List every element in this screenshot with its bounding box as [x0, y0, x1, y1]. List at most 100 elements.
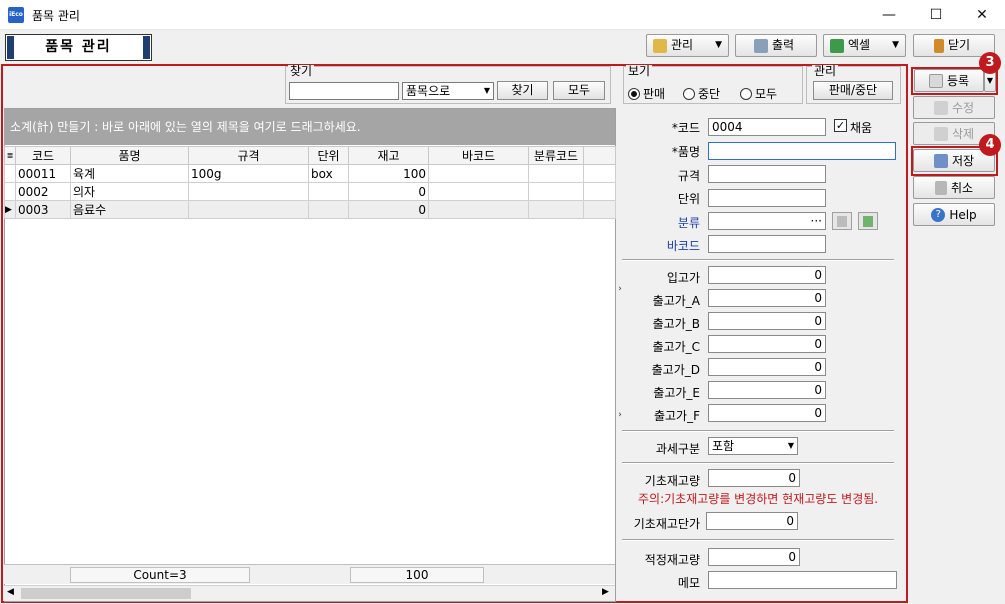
cell[interactable]: [188, 182, 309, 201]
radio-sale[interactable]: 판매: [628, 85, 665, 102]
scroll-thumb[interactable]: [21, 588, 191, 599]
radio-stopped[interactable]: 중단: [683, 85, 720, 102]
base-qty-input[interactable]: 0: [708, 469, 800, 487]
footer-total: 100: [350, 567, 484, 583]
cell[interactable]: 100g: [188, 164, 309, 183]
excel-button[interactable]: 엑셀 ▼: [823, 34, 906, 57]
cell[interactable]: [428, 200, 529, 219]
table-row[interactable]: ▶ 0003 음료수 0: [4, 200, 616, 219]
document-icon: [928, 73, 943, 88]
cell[interactable]: 00011: [15, 164, 71, 183]
edit-button[interactable]: 수정: [913, 96, 995, 119]
code-input[interactable]: 0004: [708, 118, 826, 136]
cell[interactable]: 0: [348, 200, 429, 219]
cell[interactable]: [428, 164, 529, 183]
cell[interactable]: 의자: [70, 182, 189, 201]
category-browse-button[interactable]: ···: [811, 213, 822, 229]
print-label: 출력: [772, 38, 795, 52]
search-field-select[interactable]: 품목으로 ▼: [402, 82, 494, 100]
cell[interactable]: box: [308, 164, 349, 183]
tax-select[interactable]: 포함 ▼: [708, 437, 798, 455]
cell[interactable]: [528, 164, 584, 183]
cell[interactable]: [428, 182, 529, 201]
cell[interactable]: [528, 182, 584, 201]
column-header[interactable]: 코드: [15, 146, 71, 165]
help-label: Help: [949, 207, 977, 222]
auto-fill-label: 채움: [850, 121, 873, 135]
out-price-f-label: 출고가_F: [653, 409, 700, 423]
cell[interactable]: 0002: [15, 182, 71, 201]
category-label: 분류: [677, 216, 700, 230]
name-label: *품명: [671, 145, 700, 159]
horizontal-scrollbar[interactable]: ◀ ▶: [4, 585, 615, 601]
column-header[interactable]: 품명: [70, 146, 189, 165]
page-title: 품목 관리: [5, 34, 152, 61]
out-price-e-input[interactable]: 0: [708, 381, 826, 399]
cell[interactable]: [528, 200, 584, 219]
cell[interactable]: [188, 200, 309, 219]
scroll-right-icon[interactable]: ▶: [602, 587, 609, 597]
spec-input[interactable]: [708, 165, 826, 183]
close-window-button[interactable]: ✕: [959, 0, 1005, 30]
scroll-left-icon[interactable]: ◀: [7, 587, 14, 597]
excel-label: 엑셀: [848, 38, 871, 52]
chevron-down-icon: ▼: [483, 86, 490, 95]
cell[interactable]: 0: [348, 182, 429, 201]
out-price-e-label: 출고가_E: [653, 386, 700, 400]
cell[interactable]: 육계: [70, 164, 189, 183]
row-indicator: [4, 182, 16, 201]
base-price-label: 기초재고단가: [633, 517, 700, 531]
column-header[interactable]: 재고: [348, 146, 429, 165]
step-badge-4: 4: [979, 134, 1001, 156]
sale-stop-button[interactable]: 판매/중단: [813, 81, 893, 100]
barcode-input[interactable]: [708, 235, 826, 253]
minimize-button[interactable]: —: [866, 0, 912, 30]
out-price-d-input[interactable]: 0: [708, 358, 826, 376]
cell[interactable]: [308, 200, 349, 219]
print-button[interactable]: 출력: [735, 34, 817, 57]
grid-header-row: ≣ 코드 품명 규격 단위 재고 바코드 분류코드: [4, 146, 616, 165]
out-price-f-input[interactable]: 0: [708, 404, 826, 422]
category-input[interactable]: ···: [708, 212, 826, 230]
base-qty-label: 기초재고량: [644, 474, 700, 488]
chevron-down-icon: ▼: [986, 76, 994, 85]
category-clear-button[interactable]: [832, 212, 852, 230]
column-header[interactable]: 규격: [188, 146, 309, 165]
help-button[interactable]: ? Help: [913, 203, 995, 226]
table-row[interactable]: 00011 육계 100g box 100: [4, 164, 616, 183]
cell[interactable]: 100: [348, 164, 429, 183]
find-button[interactable]: 찾기: [497, 81, 548, 100]
search-input[interactable]: [289, 82, 399, 100]
radio-all[interactable]: 모두: [740, 85, 777, 102]
auto-fill-checkbox[interactable]: ✓: [834, 119, 847, 132]
row-indicator: [4, 164, 16, 183]
memo-input[interactable]: [708, 571, 897, 589]
proper-qty-input[interactable]: 0: [708, 548, 800, 566]
current-row-arrow-icon: ▶: [4, 200, 16, 219]
cell[interactable]: 음료수: [70, 200, 189, 219]
table-row[interactable]: 0002 의자 0: [4, 182, 616, 201]
column-header[interactable]: 바코드: [428, 146, 529, 165]
divider: [622, 539, 894, 541]
cancel-button[interactable]: 취소: [913, 176, 995, 199]
show-all-button[interactable]: 모두: [553, 81, 605, 100]
manage-button[interactable]: 관리 ▼: [646, 34, 729, 57]
maximize-button[interactable]: ☐: [913, 0, 959, 30]
unit-input[interactable]: [708, 189, 826, 207]
cell[interactable]: 0003: [15, 200, 71, 219]
out-price-c-input[interactable]: 0: [708, 335, 826, 353]
in-price-input[interactable]: 0: [708, 266, 826, 284]
base-price-input[interactable]: 0: [706, 512, 798, 530]
category-add-button[interactable]: [858, 212, 878, 230]
name-input[interactable]: [708, 142, 896, 160]
column-header[interactable]: 분류코드: [528, 146, 584, 165]
memo-label: 메모: [677, 576, 700, 590]
out-price-a-input[interactable]: 0: [708, 289, 826, 307]
grid-menu-icon[interactable]: ≣: [4, 146, 16, 165]
cell[interactable]: [308, 182, 349, 201]
out-price-c-label: 출고가_C: [652, 340, 701, 354]
column-header[interactable]: 단위: [308, 146, 349, 165]
cell: [583, 182, 616, 201]
out-price-b-input[interactable]: 0: [708, 312, 826, 330]
register-button[interactable]: 등록: [914, 69, 984, 92]
